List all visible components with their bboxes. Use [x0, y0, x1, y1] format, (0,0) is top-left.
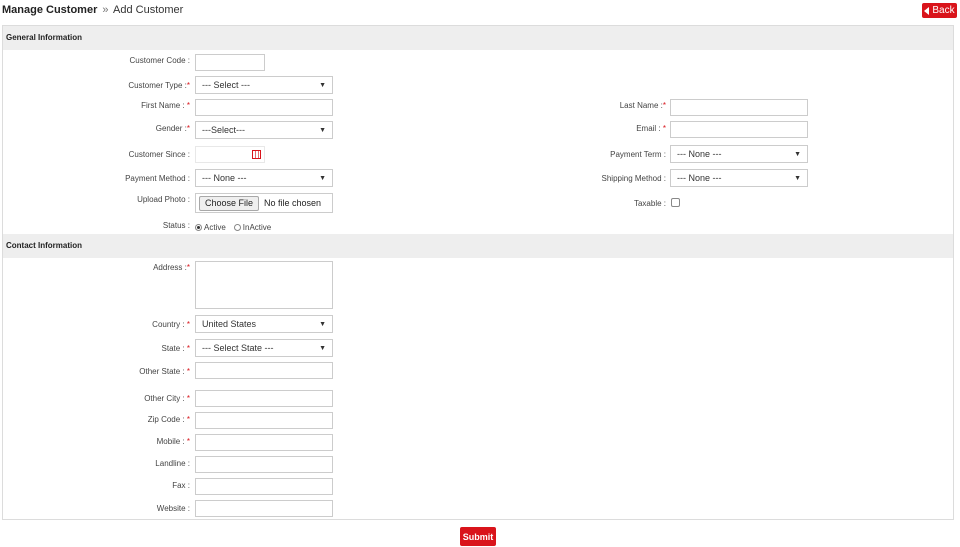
zip-code-label: Zip Code : * [147, 415, 190, 424]
last-name-input[interactable] [670, 99, 808, 116]
shipping-method-label: Shipping Method : [601, 174, 667, 183]
website-label: Website : [156, 504, 190, 513]
chevron-down-icon: ▼ [319, 174, 326, 182]
shipping-method-select[interactable]: --- None --- ▼ [670, 169, 808, 187]
back-button-label: Back [932, 5, 955, 16]
status-inactive-label: InActive [242, 223, 272, 233]
gender-select[interactable]: ---Select--- ▼ [195, 121, 333, 139]
mobile-input[interactable] [195, 434, 333, 451]
address-label: Address :* [153, 263, 190, 272]
taxable-checkbox[interactable] [671, 198, 680, 207]
gender-value: ---Select--- [202, 125, 245, 135]
state-label: State : * [161, 344, 190, 353]
payment-term-label: Payment Term : [610, 150, 666, 159]
no-file-text: No file chosen [264, 198, 322, 208]
calendar-icon[interactable] [252, 150, 261, 159]
status-inactive-radio[interactable] [233, 224, 241, 232]
other-city-input[interactable] [195, 390, 333, 407]
email-label: Email : * [636, 124, 666, 133]
customer-type-value: --- Select --- [202, 80, 250, 90]
other-state-label: Other State : * [139, 367, 190, 376]
general-information-header: General Information [3, 26, 953, 50]
shipping-method-value: --- None --- [677, 173, 722, 183]
first-name-input[interactable] [195, 99, 333, 116]
choose-file-button[interactable]: Choose File [199, 195, 260, 211]
website-input[interactable] [195, 500, 333, 517]
landline-label: Landline : [155, 459, 190, 468]
other-state-input[interactable] [195, 362, 333, 379]
back-button[interactable]: Back [922, 3, 957, 18]
breadcrumb: Manage Customer » Add Customer [2, 4, 183, 16]
payment-method-value: --- None --- [202, 173, 247, 183]
contact-information-header: Contact Information [3, 234, 953, 258]
fax-input[interactable] [195, 478, 333, 495]
chevron-down-icon: ▼ [319, 320, 326, 328]
upload-photo-field: Choose File No file chosen [195, 193, 333, 213]
status-active-label: Active [204, 223, 226, 233]
state-select[interactable]: --- Select State --- ▼ [195, 339, 333, 357]
zip-code-input[interactable] [195, 412, 333, 429]
payment-term-select[interactable]: --- None --- ▼ [670, 145, 808, 163]
other-city-label: Other City : * [144, 394, 190, 403]
payment-method-select[interactable]: --- None --- ▼ [195, 169, 333, 187]
breadcrumb-separator: » [102, 4, 109, 16]
payment-method-label: Payment Method : [125, 174, 190, 183]
chevron-down-icon: ▼ [319, 81, 326, 89]
status-label: Status : [162, 221, 190, 230]
customer-type-select[interactable]: --- Select --- ▼ [195, 76, 333, 94]
fax-label: Fax : [172, 481, 190, 490]
first-name-label: First Name : * [141, 101, 190, 110]
breadcrumb-parent[interactable]: Manage Customer [2, 4, 97, 16]
submit-button[interactable]: Submit [460, 527, 496, 546]
customer-code-input[interactable] [195, 54, 265, 71]
gender-label: Gender :* [155, 124, 190, 133]
taxable-label: Taxable : [633, 199, 666, 208]
chevron-down-icon: ▼ [319, 126, 326, 134]
upload-photo-label: Upload Photo : [137, 195, 190, 204]
address-textarea[interactable] [195, 261, 333, 309]
country-label: Country : * [152, 320, 190, 329]
country-value: United States [202, 319, 257, 329]
customer-code-label: Customer Code : [129, 56, 190, 65]
last-name-label: Last Name :* [619, 101, 666, 110]
email-input[interactable] [670, 121, 808, 138]
country-select[interactable]: United States ▼ [195, 315, 333, 333]
chevron-down-icon: ▼ [319, 344, 326, 352]
mobile-label: Mobile : * [156, 437, 190, 446]
customer-since-label: Customer Since : [128, 150, 190, 159]
payment-term-value: --- None --- [677, 149, 722, 159]
chevron-down-icon: ▼ [794, 174, 801, 182]
state-value: --- Select State --- [202, 343, 274, 353]
landline-input[interactable] [195, 456, 333, 473]
status-active-radio[interactable] [195, 224, 202, 232]
customer-type-label: Customer Type :* [128, 81, 190, 90]
chevron-down-icon: ▼ [794, 150, 801, 158]
breadcrumb-current: Add Customer [113, 4, 184, 16]
back-arrow-icon [924, 6, 930, 15]
